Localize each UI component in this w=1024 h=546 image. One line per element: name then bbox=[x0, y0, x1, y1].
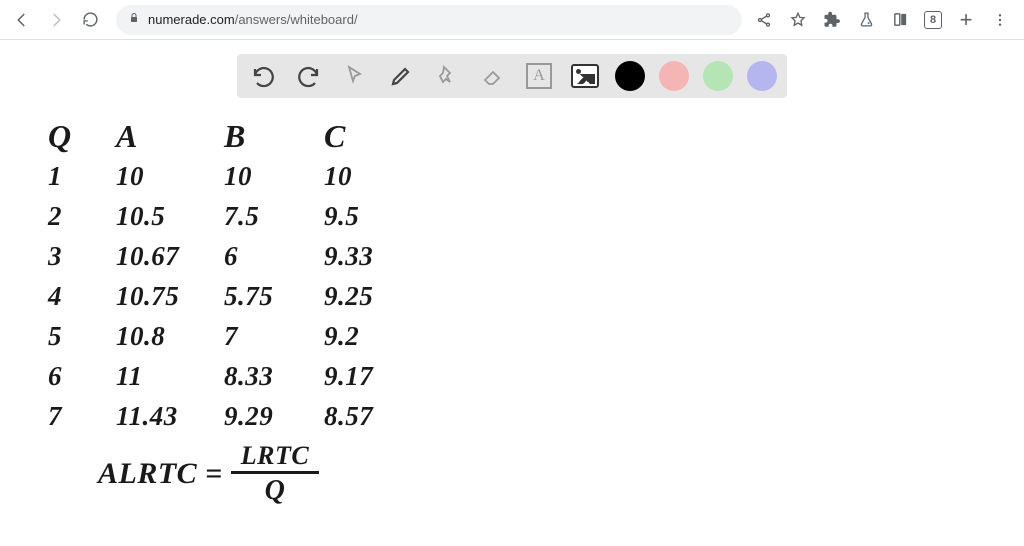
cell-q: 1 bbox=[48, 163, 116, 190]
menu-icon[interactable] bbox=[990, 10, 1010, 30]
header-b: B bbox=[224, 120, 324, 152]
cell-c: 9.33 bbox=[324, 243, 424, 270]
cell-c: 9.25 bbox=[324, 283, 424, 310]
formula: ALRTC = LRTC Q bbox=[98, 442, 1024, 506]
cell-b: 9.29 bbox=[224, 403, 324, 430]
browser-toolbar: numerade.com/answers/whiteboard/ 8 + bbox=[0, 0, 1024, 40]
new-tab-button[interactable]: + bbox=[956, 10, 976, 30]
eraser-tool[interactable] bbox=[477, 60, 509, 92]
table-row: 5 10.8 7 9.2 bbox=[48, 316, 1024, 356]
cell-q: 6 bbox=[48, 363, 116, 390]
formula-denominator: Q bbox=[265, 474, 286, 507]
cell-q: 3 bbox=[48, 243, 116, 270]
table-header-row: Q A B C bbox=[48, 116, 1024, 156]
header-a: A bbox=[116, 120, 224, 152]
browser-actions: 8 + bbox=[754, 10, 1016, 30]
table-row: 2 10.5 7.5 9.5 bbox=[48, 196, 1024, 236]
color-green[interactable] bbox=[703, 61, 733, 91]
color-black[interactable] bbox=[615, 61, 645, 91]
formula-lhs: ALRTC = bbox=[98, 459, 223, 489]
cell-q: 5 bbox=[48, 323, 116, 350]
cell-a: 11.43 bbox=[116, 403, 224, 430]
cell-b: 10 bbox=[224, 163, 324, 190]
table-row: 3 10.67 6 9.33 bbox=[48, 236, 1024, 276]
table-row: 6 11 8.33 9.17 bbox=[48, 356, 1024, 396]
cell-b: 7.5 bbox=[224, 203, 324, 230]
cell-c: 9.5 bbox=[324, 203, 424, 230]
table-row: 4 10.75 5.75 9.25 bbox=[48, 276, 1024, 316]
forward-button[interactable] bbox=[42, 6, 70, 34]
cell-q: 7 bbox=[48, 403, 116, 430]
cell-b: 6 bbox=[224, 243, 324, 270]
reload-button[interactable] bbox=[76, 6, 104, 34]
cell-a: 10 bbox=[116, 163, 224, 190]
cell-a: 10.5 bbox=[116, 203, 224, 230]
pen-tool[interactable] bbox=[385, 60, 417, 92]
url-text: numerade.com/answers/whiteboard/ bbox=[148, 12, 358, 27]
whiteboard-toolbar: A bbox=[237, 54, 787, 98]
cell-q: 2 bbox=[48, 203, 116, 230]
cell-q: 4 bbox=[48, 283, 116, 310]
table-row: 7 11.43 9.29 8.57 bbox=[48, 396, 1024, 436]
cell-b: 7 bbox=[224, 323, 324, 350]
cell-a: 11 bbox=[116, 363, 224, 390]
pointer-tool[interactable] bbox=[339, 60, 371, 92]
whiteboard-toolbar-wrap: A bbox=[0, 40, 1024, 98]
cell-a: 10.75 bbox=[116, 283, 224, 310]
cell-c: 8.57 bbox=[324, 403, 424, 430]
image-tool[interactable] bbox=[569, 60, 601, 92]
reading-list-icon[interactable] bbox=[890, 10, 910, 30]
text-tool-label: A bbox=[533, 67, 545, 85]
tab-count-value: 8 bbox=[930, 14, 936, 26]
text-tool[interactable]: A bbox=[523, 60, 555, 92]
lock-icon bbox=[128, 12, 140, 27]
back-button[interactable] bbox=[8, 6, 36, 34]
tab-count-badge[interactable]: 8 bbox=[924, 11, 942, 29]
table-row: 1 10 10 10 bbox=[48, 156, 1024, 196]
header-c: C bbox=[324, 120, 424, 152]
bookmark-star-icon[interactable] bbox=[788, 10, 808, 30]
cell-c: 9.17 bbox=[324, 363, 424, 390]
formula-fraction: LRTC Q bbox=[231, 442, 319, 506]
color-purple[interactable] bbox=[747, 61, 777, 91]
undo-button[interactable] bbox=[247, 60, 279, 92]
share-icon[interactable] bbox=[754, 10, 774, 30]
whiteboard-canvas[interactable]: Q A B C 1 10 10 10 2 10.5 7.5 9.5 3 10.6… bbox=[0, 98, 1024, 506]
cell-a: 10.67 bbox=[116, 243, 224, 270]
cell-a: 10.8 bbox=[116, 323, 224, 350]
extensions-icon[interactable] bbox=[822, 10, 842, 30]
header-q: Q bbox=[48, 120, 116, 152]
cell-b: 8.33 bbox=[224, 363, 324, 390]
pin-tool[interactable] bbox=[431, 60, 463, 92]
color-pink[interactable] bbox=[659, 61, 689, 91]
address-bar[interactable]: numerade.com/answers/whiteboard/ bbox=[116, 5, 742, 35]
cell-c: 9.2 bbox=[324, 323, 424, 350]
redo-button[interactable] bbox=[293, 60, 325, 92]
cell-c: 10 bbox=[324, 163, 424, 190]
lab-flask-icon[interactable] bbox=[856, 10, 876, 30]
formula-numerator: LRTC bbox=[231, 442, 319, 474]
cell-b: 5.75 bbox=[224, 283, 324, 310]
